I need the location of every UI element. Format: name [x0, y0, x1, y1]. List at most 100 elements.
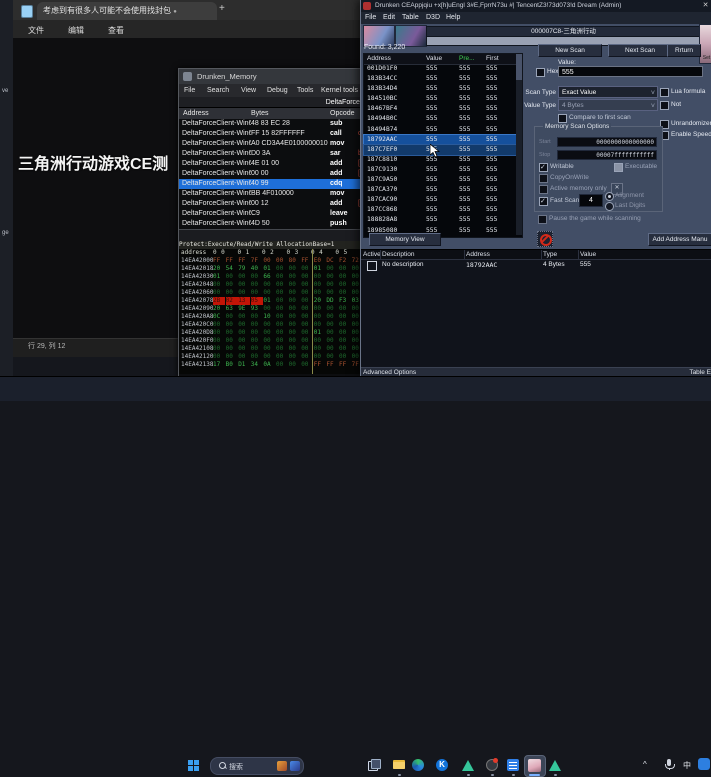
menu-help[interactable]: Help [446, 14, 460, 21]
cheat-engine-icon[interactable] [462, 760, 474, 772]
hex-row[interactable]: 14EA42060000000000000000000000000 [179, 289, 367, 297]
advanced-options-label[interactable]: Advanced Options [363, 369, 416, 376]
scan-result-row[interactable]: 187CC868555555555 [364, 205, 516, 215]
tray-chevron-icon[interactable]: ^ [643, 760, 647, 769]
notepad-tab[interactable]: 考虑到有很多人可能不会使用找封包 ● [37, 2, 217, 20]
hex-row[interactable]: 14EA42018205479400100000001000000 [179, 265, 367, 273]
scan-value-input[interactable]: 555 [558, 66, 703, 77]
drunken-titlebar[interactable]: Drunken_Memory [179, 69, 367, 84]
scan-result-row[interactable]: 187C7EF0555555555 [364, 145, 516, 155]
menu-tools[interactable]: Tools [297, 87, 313, 94]
disasm-column-headers[interactable]: Address Bytes Opcode [179, 108, 367, 119]
scan-result-row[interactable]: 001D01F0555555555 [364, 64, 516, 74]
col-type[interactable]: Type [543, 251, 557, 258]
tray-app-icon[interactable] [698, 758, 710, 770]
menu-edit[interactable]: 编辑 [68, 25, 84, 36]
menu-view[interactable]: 查看 [108, 25, 124, 36]
column-divider[interactable] [541, 250, 542, 259]
col-active[interactable]: Active [363, 251, 381, 258]
taskbar-search-box[interactable]: 搜索 [210, 757, 304, 775]
col-address[interactable]: Address [183, 108, 209, 119]
column-divider[interactable] [380, 250, 381, 259]
menu-table[interactable]: Table [402, 14, 419, 21]
disasm-row[interactable]: DeltaForceClient-Win6C9leave [179, 209, 367, 219]
cheat-engine-icon-2[interactable] [549, 760, 561, 772]
hex-checkbox[interactable] [536, 68, 545, 77]
hex-row[interactable]: 14EA420C0000000000000000000000000 [179, 321, 367, 329]
executable-checkbox[interactable] [614, 163, 623, 172]
disasm-row[interactable]: DeltaForceClient-Win6D0 3Asarb [179, 149, 367, 159]
disasm-row[interactable]: DeltaForceClient-Win6A0 CD3A4E0100000010… [179, 139, 367, 149]
col-bytes[interactable]: Bytes [251, 108, 269, 119]
not-checkbox[interactable] [660, 101, 669, 110]
menu-file[interactable]: File [184, 87, 195, 94]
hex-row[interactable]: 14EA42120000000000000000000000000 [179, 353, 367, 361]
menu-edit[interactable]: Edit [383, 14, 395, 21]
memory-view-button[interactable]: Memory View [369, 233, 441, 246]
disasm-row[interactable]: DeltaForceClient-Win6BB 4F010000mov [179, 189, 367, 199]
menu-d3d[interactable]: D3D [426, 14, 440, 21]
add-address-manually-button[interactable]: Add Address Manu [648, 233, 711, 246]
hex-row[interactable]: 14EA42048000000000000000000000000 [179, 281, 367, 289]
table-extras-label[interactable]: Table E [689, 369, 711, 376]
windows-start-icon[interactable] [188, 760, 199, 771]
ce-titlebar[interactable]: Drunken CEAppjqiu +x[h]uEngl 3#E,FprrN73… [361, 0, 711, 12]
close-icon[interactable]: ✕ [699, 0, 711, 12]
hex-row[interactable]: 14EA42000FFFFFF7F000080FFE0DCF272 [179, 257, 367, 265]
new-tab-button[interactable]: + [219, 3, 225, 14]
scan-start-input[interactable]: 0000000000000000 [557, 137, 657, 147]
input-language-indicator[interactable]: 中 [683, 760, 691, 771]
col-description[interactable]: Description [382, 251, 415, 258]
hex-rows[interactable]: 14EA42000FFFFFF7F000080FFE0DCF27214EA420… [179, 257, 367, 369]
hex-row[interactable]: 14EA420D8000000000000000001000000 [179, 329, 367, 337]
notepad-titlebar[interactable]: 考虑到有很多人可能不会使用找封包 ● + [13, 0, 360, 20]
disasm-row[interactable]: DeltaForceClient-Win64D 50push [179, 219, 367, 229]
scan-stop-input[interactable]: 00007fffffffffff [557, 150, 657, 160]
active-memory-only-checkbox[interactable] [539, 185, 548, 194]
notepad-app-icon[interactable] [507, 759, 519, 771]
col-value[interactable]: Value [580, 251, 596, 258]
last-digits-radio[interactable] [605, 202, 614, 211]
col-address[interactable]: Address [367, 55, 391, 62]
hex-row[interactable]: 14EA420782B0213050100000020DDF303 [179, 297, 367, 305]
next-scan-button[interactable]: Next Scan [608, 44, 672, 57]
scan-result-row[interactable]: 183B34D4555555555 [364, 84, 516, 94]
menu-kernel-tools[interactable]: Kernel tools [321, 87, 358, 94]
disasm-row[interactable]: DeltaForceClient-Win6FF 15 82FFFFFFcallq [179, 129, 367, 139]
scan-result-row[interactable]: 18792AAC555555555 [364, 135, 516, 145]
scrollbar-thumb[interactable] [516, 54, 522, 80]
menu-debug[interactable]: Debug [267, 87, 288, 94]
row-active-checkbox[interactable] [367, 261, 377, 271]
task-view-icon[interactable] [368, 759, 380, 771]
compare-first-scan-checkbox[interactable] [558, 114, 567, 123]
fast-scan-checkbox[interactable] [539, 197, 548, 206]
scan-type-dropdown[interactable]: Exact Value˅ [558, 86, 658, 98]
scan-result-row[interactable]: 18494B74555555555 [364, 125, 516, 135]
new-scan-button[interactable]: New Scan [538, 44, 602, 57]
disasm-row[interactable]: DeltaForceClient-Win64E 01 00add[ [179, 159, 367, 169]
col-first[interactable]: First [486, 55, 499, 62]
col-value[interactable]: Value [426, 55, 442, 62]
col-previous[interactable]: Pre... [459, 55, 475, 62]
menu-search[interactable]: Search [207, 87, 229, 94]
disasm-row[interactable]: DeltaForceClient-Win640 99cdq [179, 179, 367, 189]
lua-formula-checkbox[interactable] [660, 88, 669, 97]
scan-result-row[interactable]: 188828A8555555555 [364, 215, 516, 225]
app-sphere-icon[interactable] [486, 759, 498, 771]
writable-checkbox[interactable] [539, 163, 548, 172]
menu-view[interactable]: View [241, 87, 256, 94]
scan-result-row[interactable]: 187CA370555555555 [364, 185, 516, 195]
scan-result-row[interactable]: 187C8810555555555 [364, 155, 516, 165]
edge-browser-icon[interactable] [412, 759, 424, 771]
scan-result-row[interactable]: 183B34CC555555555 [364, 74, 516, 84]
hex-row[interactable]: 14EA4213817B0D1340A000000FFFFFF7F [179, 361, 367, 369]
return-button[interactable]: Rrturn [667, 44, 701, 57]
pause-game-checkbox[interactable] [538, 215, 547, 224]
scan-result-row[interactable]: 187C9130555555555 [364, 165, 516, 175]
scan-result-row[interactable]: 184510BC555555555 [364, 94, 516, 104]
cheat-table-row[interactable]: No description 18792AAC 4 Bytes 555 [361, 260, 711, 271]
scan-result-row[interactable]: 187C9A50555555555 [364, 175, 516, 185]
menu-file[interactable]: File [365, 14, 376, 21]
hex-row[interactable]: 14EA42108000000000000000000000000 [179, 345, 367, 353]
disasm-row[interactable]: DeltaForceClient-Win600 00add[ [179, 169, 367, 179]
